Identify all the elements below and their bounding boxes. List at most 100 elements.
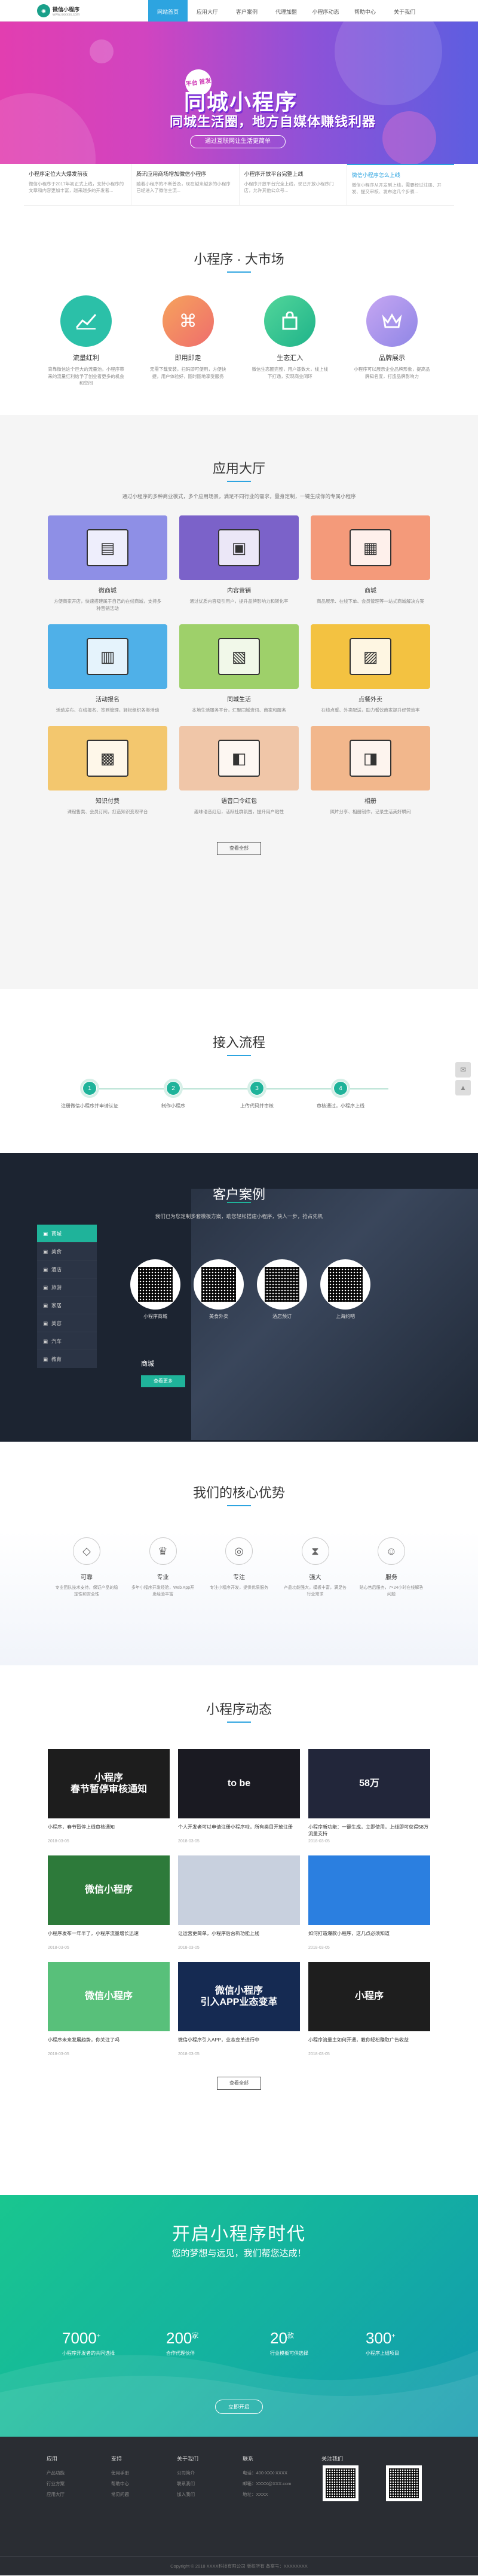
nav-home[interactable]: 网站首页 [148,0,188,22]
command-icon: ⌘ [162,295,214,347]
dynamic-date: 2018-03-05 [48,2052,69,2056]
era-start-button[interactable]: 立即开启 [215,2400,263,2414]
flow-step-number: 1 [83,1082,96,1095]
footer-col-heading: 联系 [243,2456,254,2462]
nav-cases[interactable]: 客户案例 [227,0,266,22]
footer-link[interactable]: 行业方案 [47,2480,106,2487]
case-category-label: 旅游 [51,1284,62,1290]
footer-link[interactable]: 产品功能 [47,2470,106,2476]
app-card[interactable]: ▩ 知识付费 课程售卖、会员订阅，打造知识变现平台 [48,726,167,816]
site-logo[interactable]: ◉ 微信小程序 www.xxxxxx.com [37,4,79,17]
nav-agent[interactable]: 代理加盟 [266,0,306,22]
app-illustration-icon: ▧ [179,624,299,689]
news-title: 小程序定位大大爆发前夜 [29,171,88,177]
diamond-icon: ◇ [73,1537,100,1565]
case-qr[interactable]: 上海约吧 [320,1259,370,1320]
dynamic-card[interactable]: 58万 小程序新功能：一键生成，立即使用，上线即可获得58万流量支持 2018-03… [308,1749,430,1844]
case-category[interactable]: ▣ 旅游 [37,1278,97,1296]
chat-icon[interactable]: ✉ [455,1062,471,1078]
app-card[interactable]: ◧ 语音口令红包 趣味语音红包，活跃社群氛围，提升用户粘性 [179,726,299,816]
app-card[interactable]: ◨ 相册 照片分享、相册制作，记录生活美好瞬间 [311,726,430,816]
era-stat: 300+ 小程序上线项目 [366,2329,449,2357]
nav-dynamic[interactable]: 小程序动态 [306,0,345,22]
news-thumbnail: 微信小程序 [48,1855,170,1925]
title-underline [227,1055,251,1056]
footer-link[interactable]: 联系我们 [177,2480,237,2487]
dynamic-card[interactable]: 微信小程序 小程序发布一年半了，小程序流量增长迅速 2018-03-05 [48,1855,170,1950]
dynamic-card[interactable]: 小程序 春节暂停审核通知 小程序，春节暂停上线审核通知 2018-03-05 [48,1749,170,1844]
cases-intro: 我们已为您定制多套模板方案，助您轻松搭建小程序，快人一步，抢占先机 [155,1213,323,1219]
case-category-label: 家居 [51,1302,62,1308]
dynamic-card[interactable]: to be 个人开发者可以申请注册小程序啦，所有类目开放注册 2018-03-05 [178,1749,300,1844]
footer-link[interactable]: 常见问题 [111,2491,171,2498]
case-qr[interactable]: 小程序商城 [130,1259,180,1320]
case-category[interactable]: ▣ 家居 [37,1296,97,1314]
case-category[interactable]: ▣ 酒店 [37,1260,97,1278]
cases-more-button[interactable]: 查看更多 [141,1375,185,1387]
dynamic-card[interactable]: 微信小程序 小程序未来发展趋势，你关注了吗 2018-03-05 [48,1962,170,2056]
title-underline [227,1202,251,1203]
case-qr[interactable]: 酒店预订 [257,1259,307,1320]
nav-about[interactable]: 关于我们 [385,0,424,22]
dynamic-more-button[interactable]: 查看全部 [217,2077,261,2090]
flow-step: 4 审核通过，小程序上线 [299,1079,382,1109]
case-category[interactable]: ▣ 汽车 [37,1332,97,1350]
advantage-item: ⧗ 强大 产品功能强大，模板丰富，满足各行业需求 [283,1537,348,1598]
case-category-label: 美食 [51,1248,62,1255]
stat-unit: + [96,2332,101,2340]
app-card[interactable]: ▦ 商城 商品展示、在线下单、会员管理等一站式商城解决方案 [311,515,430,612]
case-current-label: 商城 [141,1360,154,1368]
footer-link[interactable]: 公司简介 [177,2470,237,2476]
market-item-title: 流量红利 [73,355,99,362]
badge-icon: ♛ [149,1537,177,1565]
stat-label: 小程序上线项目 [366,2351,399,2356]
dynamic-title: 小程序未来发展趋势，你关注了吗 [48,2037,120,2043]
footer-link[interactable]: 帮助中心 [111,2480,171,2487]
case-category[interactable]: ▣ 美食 [37,1243,97,1260]
nav-apps[interactable]: 应用大厅 [188,0,227,22]
footer-col-heading: 支持 [111,2456,122,2462]
app-card[interactable]: ▨ 点餐外卖 在线点餐、外卖配送，助力餐饮商家提升经营效率 [311,624,430,714]
app-card[interactable]: ▣ 内容营销 通过优质内容吸引用户，提升品牌影响力和转化率 [179,515,299,612]
logo-text: 微信小程序 [53,6,80,13]
app-card[interactable]: ▤ 微商城 方便商家开店，快速搭建属于自己的在线商城，支持多种营销活动 [48,515,167,612]
app-card[interactable]: ▥ 活动报名 活动发布、在线报名、签到管理，轻松组织各类活动 [48,624,167,714]
app-card[interactable]: ▧ 同城生活 本地生活服务平台，汇聚同城资讯、商家和服务 [179,624,299,714]
footer-link[interactable]: 加入我们 [177,2491,237,2498]
flow-section: 接入流程 1 注册微信小程序并申请认证 2 制作小程序 3 上传代码并审核 4 审核通过… [0,989,478,1153]
footer-col-heading: 关于我们 [177,2456,199,2462]
case-category[interactable]: ▣ 美容 [37,1314,97,1332]
advantage-item: ☺ 服务 贴心售后服务，7×24小时在线解答问题 [358,1537,424,1598]
dynamic-card[interactable]: 让运营更简单，小程序后台新功能上线 2018-03-05 [178,1855,300,1950]
app-desc: 在线点餐、外卖配送，助力餐饮商家提升经营效率 [321,707,420,713]
dynamic-card[interactable]: 小程序 小程序流量主如何开通，教你轻松赚取广告收益 2018-03-05 [308,1962,430,2056]
hero-subtitle: 同城生活圈，地方自媒体赚钱利器 [170,114,376,129]
dynamic-card[interactable]: 如何打造爆款小程序，这几点必须知道 2018-03-05 [308,1855,430,1950]
flow-step: 3 上传代码并审核 [215,1079,299,1109]
title-underline [227,1505,251,1506]
market-item: 品牌展示 小程序可以展示企业品牌形象，提高品牌知名度，打造品牌影响力 [354,295,430,387]
apps-more-button[interactable]: 查看全部 [217,842,261,855]
market-item-title: 即用即走 [174,355,201,362]
footer-link[interactable]: 应用大厅 [47,2491,106,2498]
case-category[interactable]: ▣ 商城 [37,1225,97,1243]
footer-link[interactable]: 使用手册 [111,2470,171,2476]
dynamic-card[interactable]: 微信小程序 引入APP业态变革 微信小程序引入APP，业态变革进行中 2018-03… [178,1962,300,2056]
app-desc: 本地生活服务平台，汇聚同城资讯、商家和服务 [192,707,286,713]
case-category[interactable]: ▣ 教育 [37,1350,97,1368]
category-icon: ▣ [43,1284,48,1290]
back-to-top-icon[interactable]: ▲ [455,1080,471,1095]
news-strip-item[interactable]: 小程序开放平台完整上线 小程序开放平台完全上线，现已开放小程序门店，允许其他公众号… [240,164,347,205]
hero-button[interactable]: 通过互联网让生活更简单 [190,135,286,148]
news-strip-item[interactable]: 小程序定位大大爆发前夜 微信小程序于2017年初正式上线，支持小程序的文章和内容更… [24,164,132,205]
advantages-title: 我们的核心优势 [192,1485,285,1500]
case-qr[interactable]: 美食外卖 [194,1259,244,1320]
logo-sub: www.xxxxxx.com [53,13,80,17]
case-category-label: 教育 [51,1356,62,1362]
news-strip-item[interactable]: 微信小程序怎么上线 微信小程序从开发到上线，需要经过注册、开发、提交审核、发布这几… [347,164,454,205]
news-strip-item[interactable]: 腾讯应用商场增加微信小程序 随着小程序的不断普及，现在越来越多的小程序已经进入了微… [131,164,240,205]
dynamic-title: 小程序发布一年半了，小程序流量增长迅速 [48,1931,139,1936]
nav-help[interactable]: 帮助中心 [345,0,385,22]
dynamic-date: 2018-03-05 [308,2052,330,2056]
category-icon: ▣ [43,1338,48,1344]
